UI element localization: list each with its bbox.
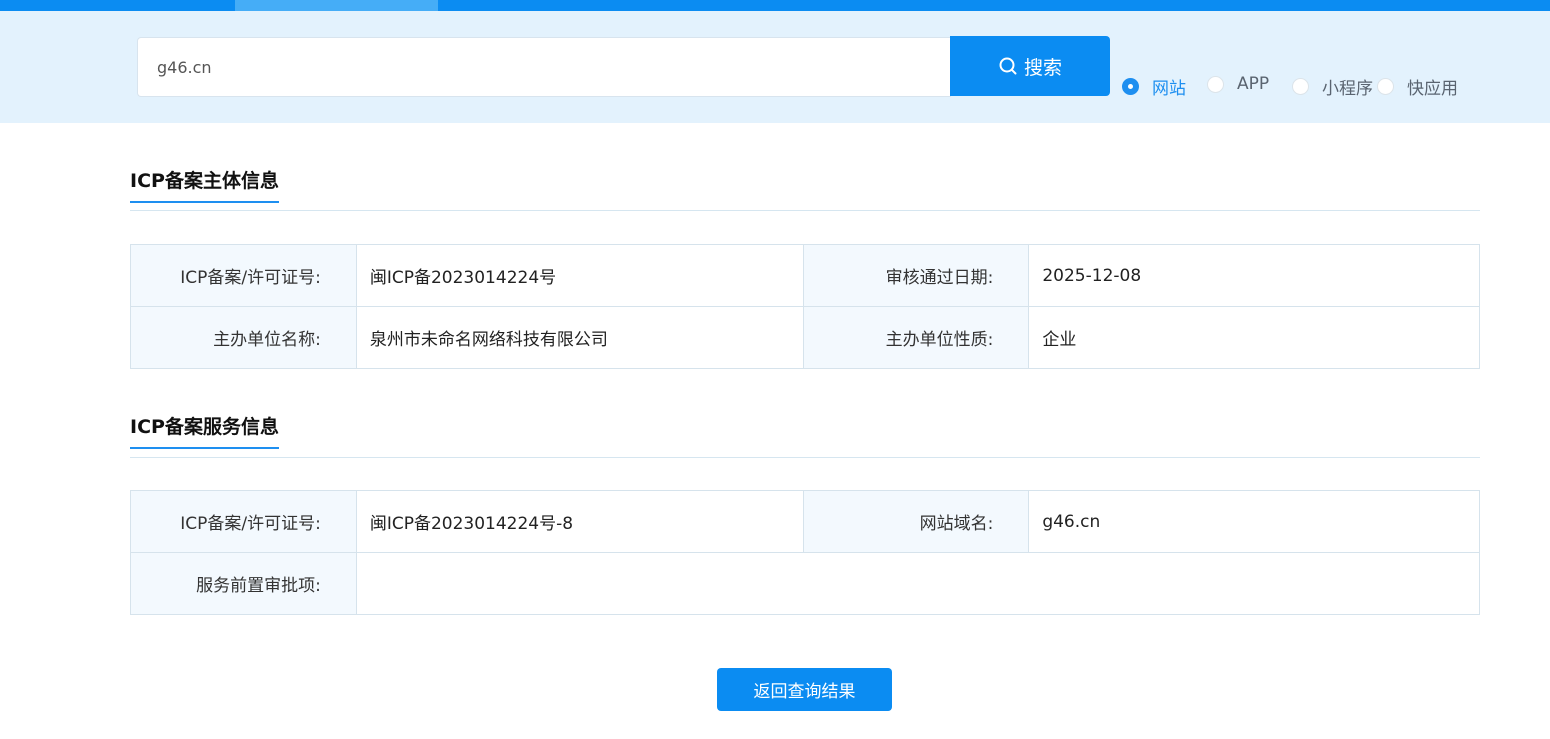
field-label: 服务前置审批项: — [130, 552, 357, 615]
table-row: 服务前置审批项: — [130, 552, 1481, 615]
search-icon — [999, 57, 1017, 75]
field-label: 审核通过日期: — [802, 244, 1030, 307]
field-value: 泉州市未命名网络科技有限公司 — [355, 306, 804, 369]
field-label: 网站域名: — [802, 490, 1030, 553]
search-band: 搜索 网站 APP 小程序 快应用 — [0, 11, 1550, 123]
field-label: ICP备案/许可证号: — [130, 244, 357, 307]
radio-app[interactable]: APP — [1207, 74, 1269, 94]
field-value: 闽ICP备2023014224号-8 — [355, 490, 804, 553]
section-divider — [130, 457, 1480, 458]
search-button[interactable]: 搜索 — [950, 36, 1110, 96]
subject-section-title: ICP备案主体信息 — [130, 166, 279, 203]
field-value — [355, 552, 1481, 615]
field-label: ICP备案/许可证号: — [130, 490, 357, 553]
radio-label: 小程序 — [1322, 79, 1373, 99]
field-value: 闽ICP备2023014224号 — [355, 244, 804, 307]
radio-label: 网站 — [1152, 79, 1186, 99]
radio-dot[interactable] — [1377, 78, 1394, 95]
field-label: 主办单位名称: — [130, 306, 357, 369]
top-bar-active-tab[interactable] — [235, 0, 438, 11]
table-row: ICP备案/许可证号: 闽ICP备2023014224号-8 网站域名: g46… — [130, 490, 1480, 553]
field-value: 企业 — [1028, 306, 1480, 369]
back-to-results-button[interactable]: 返回查询结果 — [717, 668, 892, 711]
top-bar — [0, 0, 1550, 11]
search-input[interactable] — [137, 37, 951, 97]
table-row: 主办单位名称: 泉州市未命名网络科技有限公司 主办单位性质: 企业 — [130, 306, 1480, 369]
section-divider — [130, 210, 1480, 211]
radio-label: 快应用 — [1407, 79, 1458, 99]
service-section-title: ICP备案服务信息 — [130, 412, 279, 449]
radio-quick-app[interactable]: 快应用 — [1377, 74, 1458, 99]
radio-dot[interactable] — [1292, 78, 1309, 95]
radio-dot[interactable] — [1122, 78, 1139, 95]
radio-label: APP — [1237, 74, 1270, 94]
radio-mini-program[interactable]: 小程序 — [1292, 74, 1373, 99]
radio-website[interactable]: 网站 — [1122, 74, 1186, 99]
service-info-table: ICP备案/许可证号: 闽ICP备2023014224号-8 网站域名: g46… — [130, 490, 1481, 615]
subject-info-table: ICP备案/许可证号: 闽ICP备2023014224号 审核通过日期: 202… — [130, 244, 1480, 369]
field-value: 2025-12-08 — [1028, 244, 1480, 307]
field-value: g46.cn — [1028, 490, 1480, 553]
radio-dot[interactable] — [1207, 75, 1224, 93]
field-label: 主办单位性质: — [802, 306, 1030, 369]
search-button-label: 搜索 — [1023, 56, 1062, 79]
table-row: ICP备案/许可证号: 闽ICP备2023014224号 审核通过日期: 202… — [130, 244, 1480, 307]
